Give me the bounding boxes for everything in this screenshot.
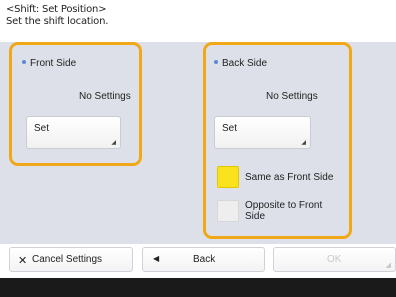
front-side-title: Front Side xyxy=(22,58,76,69)
front-side-set-label: Set xyxy=(34,123,50,134)
back-label: Back xyxy=(193,254,216,265)
same-as-front-option[interactable]: Same as Front Side xyxy=(217,166,333,188)
back-side-title: Back Side xyxy=(214,58,267,69)
back-side-set-label: Set xyxy=(222,123,238,134)
bullet-dot-icon xyxy=(22,60,26,65)
screen-title: <Shift: Set Position> xyxy=(6,4,107,15)
back-side-set-button[interactable]: Set ◢ xyxy=(214,116,311,149)
corner-arrow-icon: ◢ xyxy=(301,140,306,146)
corner-arrow-icon: ◢ xyxy=(111,140,116,146)
front-side-status: No Settings xyxy=(79,91,131,102)
cancel-settings-label: Cancel Settings xyxy=(32,254,103,265)
ok-button[interactable]: OK ◢ xyxy=(273,247,396,272)
ok-label: OK xyxy=(327,254,342,265)
same-as-front-label: Same as Front Side xyxy=(245,171,334,183)
screen-instruction: Set the shift location. xyxy=(6,16,109,27)
left-arrow-icon: ◀ xyxy=(153,254,160,263)
bullet-dot-icon xyxy=(214,60,218,65)
header: <Shift: Set Position> Set the shift loca… xyxy=(0,0,396,42)
bottom-status-bar xyxy=(0,278,396,297)
option-checkbox[interactable] xyxy=(217,200,239,222)
opposite-to-front-option[interactable]: Opposite to Front Side xyxy=(217,200,331,222)
corner-resize-icon: ◢ xyxy=(385,262,391,269)
cancel-settings-button[interactable]: ✕ Cancel Settings xyxy=(9,247,133,272)
x-icon: ✕ xyxy=(18,255,28,267)
back-side-status: No Settings xyxy=(266,91,318,102)
back-side-panel: Back Side No Settings Set ◢ Same as Fron… xyxy=(203,42,352,239)
footer: ✕ Cancel Settings ◀ Back OK ◢ xyxy=(0,244,396,278)
front-side-panel: Front Side No Settings Set ◢ xyxy=(9,42,142,166)
back-button[interactable]: ◀ Back xyxy=(142,247,265,272)
settings-area: Front Side No Settings Set ◢ Back Side N… xyxy=(0,42,396,244)
option-checkbox-selected[interactable] xyxy=(217,166,239,188)
front-side-set-button[interactable]: Set ◢ xyxy=(26,116,121,149)
opposite-to-front-label: Opposite to Front Side xyxy=(245,200,323,222)
